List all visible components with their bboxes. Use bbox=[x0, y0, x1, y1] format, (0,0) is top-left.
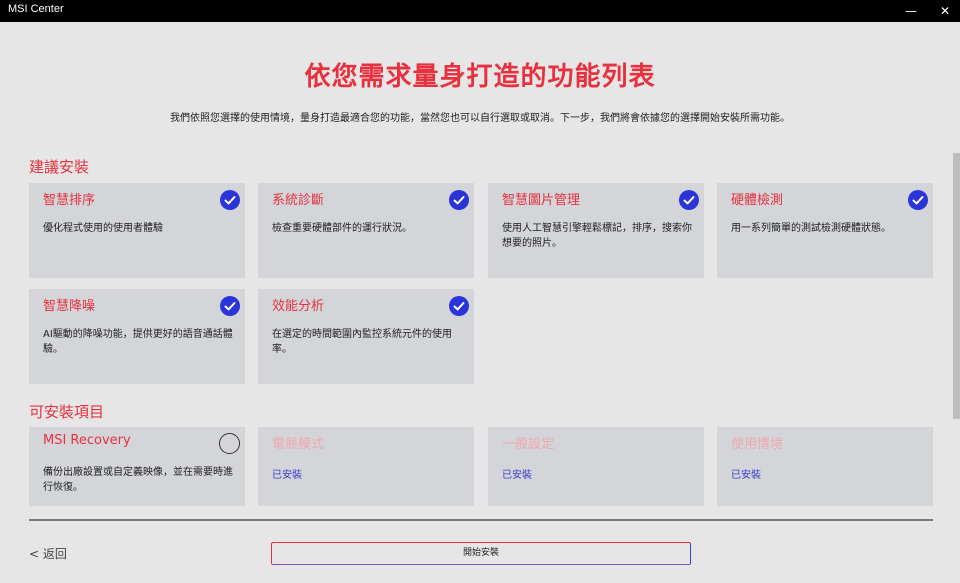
footer-divider bbox=[29, 519, 933, 521]
checked-icon[interactable] bbox=[449, 296, 469, 316]
minimize-button[interactable]: — bbox=[901, 2, 921, 20]
page-subtitle: 我們依照您選擇的使用情境，量身打造最適合您的功能，當然您也可以自行選取或取消。下… bbox=[170, 113, 790, 124]
checked-icon[interactable] bbox=[679, 190, 699, 210]
section-title-installable: 可安裝項目 bbox=[29, 403, 105, 421]
checked-icon[interactable] bbox=[220, 190, 240, 210]
installed-status: 已安裝 bbox=[272, 470, 302, 481]
feature-card-smart-image-finder[interactable]: 智慧圖片管理 使用人工智慧引擎輕鬆標記，排序，搜索你想要的照片。 bbox=[488, 183, 704, 278]
card-title: 效能分析 bbox=[272, 299, 325, 314]
card-description: 使用人工智慧引擎輕鬆標記，排序，搜索你想要的照片。 bbox=[502, 223, 692, 249]
card-title: 系統診斷 bbox=[272, 193, 325, 208]
installed-status: 已安裝 bbox=[502, 470, 532, 481]
start-install-button[interactable]: 開始安裝 bbox=[271, 542, 691, 565]
close-button[interactable]: ✕ bbox=[935, 2, 955, 20]
feature-card-performance-analysis[interactable]: 效能分析 在選定的時間範圍內監控系統元件的使用率。 bbox=[258, 289, 474, 384]
scrollbar-thumb[interactable] bbox=[953, 153, 960, 419]
unchecked-circle-icon[interactable] bbox=[219, 433, 240, 454]
page-title: 依您需求量身打造的功能列表 bbox=[304, 62, 656, 92]
feature-card-gaming-mode: 電競模式 已安裝 bbox=[258, 427, 474, 506]
checked-icon[interactable] bbox=[908, 190, 928, 210]
card-title: 智慧降噪 bbox=[43, 299, 96, 314]
card-description: 檢查重要硬體部件的運行狀況。 bbox=[272, 223, 412, 234]
title-bar: MSI Center — ✕ bbox=[0, 0, 960, 22]
card-title: 智慧排序 bbox=[43, 193, 96, 208]
feature-card-msi-recovery[interactable]: MSI Recovery 備份出廠設置或自定義映像，並在需要時進行恢復。 bbox=[29, 427, 245, 506]
feature-card-smart-priority[interactable]: 智慧排序 優化程式使用的使用者體驗 bbox=[29, 183, 245, 278]
feature-card-noise-cancellation[interactable]: 智慧降噪 AI驅動的降噪功能，提供更好的語音通話體驗。 bbox=[29, 289, 245, 384]
card-description: 備份出廠設置或自定義映像，並在需要時進行恢復。 bbox=[43, 467, 233, 493]
card-title: 智慧圖片管理 bbox=[502, 193, 581, 208]
card-title: MSI Recovery bbox=[43, 433, 131, 448]
card-title: 一般設定 bbox=[502, 437, 555, 452]
feature-card-general-settings: 一般設定 已安裝 bbox=[488, 427, 704, 506]
card-description: AI驅動的降噪功能，提供更好的語音通話體驗。 bbox=[43, 329, 233, 355]
card-title: 硬體檢測 bbox=[731, 193, 784, 208]
card-title: 使用情境 bbox=[731, 437, 784, 452]
feature-card-user-scenario: 使用情境 已安裝 bbox=[717, 427, 933, 506]
card-description: 優化程式使用的使用者體驗 bbox=[43, 223, 163, 234]
section-title-recommended: 建議安裝 bbox=[29, 158, 90, 176]
card-description: 用一系列簡單的測試檢測硬體狀態。 bbox=[731, 223, 891, 234]
back-button[interactable]: < 返回 bbox=[29, 545, 67, 562]
installed-status: 已安裝 bbox=[731, 470, 761, 481]
feature-card-system-diagnosis[interactable]: 系統診斷 檢查重要硬體部件的運行狀況。 bbox=[258, 183, 474, 278]
app-title: MSI Center bbox=[8, 3, 64, 15]
feature-card-hardware-diagnosis[interactable]: 硬體檢測 用一系列簡單的測試檢測硬體狀態。 bbox=[717, 183, 933, 278]
card-title: 電競模式 bbox=[272, 437, 325, 452]
checked-icon[interactable] bbox=[220, 296, 240, 316]
checked-icon[interactable] bbox=[449, 190, 469, 210]
card-description: 在選定的時間範圍內監控系統元件的使用率。 bbox=[272, 329, 452, 355]
